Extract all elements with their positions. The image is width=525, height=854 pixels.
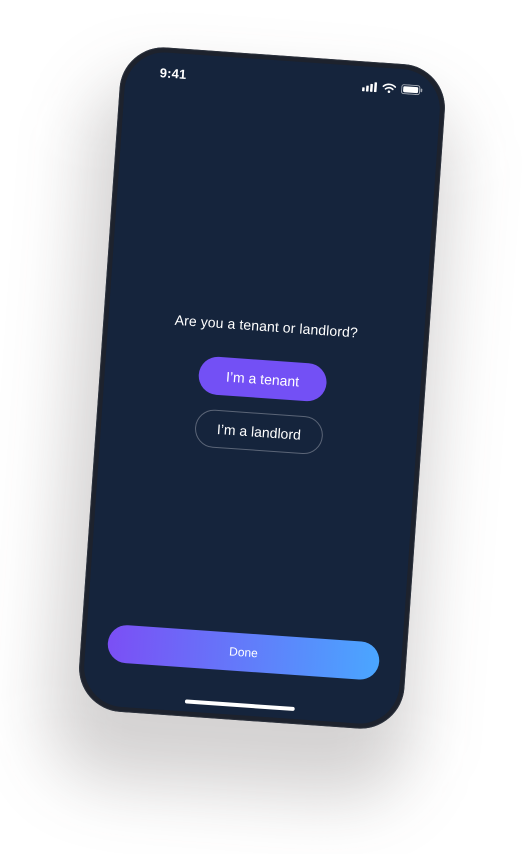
wifi-icon	[382, 83, 397, 94]
signal-icon	[361, 82, 378, 93]
home-indicator	[184, 699, 295, 712]
done-button[interactable]: Done	[106, 623, 381, 681]
landlord-option-label: I’m a landlord	[216, 420, 302, 443]
tenant-option-button[interactable]: I’m a tenant	[197, 355, 328, 403]
status-time: 9:41	[159, 65, 188, 82]
status-icons	[361, 81, 424, 96]
app-screen: 9:41 Are you a tenant or landlord? I’m a…	[81, 49, 443, 727]
role-question: Are you a tenant or landlord?	[174, 311, 359, 341]
landlord-option-button[interactable]: I’m a landlord	[193, 408, 325, 456]
tenant-option-label: I’m a tenant	[225, 368, 300, 390]
mockup-stage: 9:41 Are you a tenant or landlord? I’m a…	[0, 0, 525, 854]
done-button-label: Done	[228, 644, 259, 661]
phone-frame: 9:41 Are you a tenant or landlord? I’m a…	[76, 44, 448, 732]
battery-icon	[401, 84, 423, 96]
